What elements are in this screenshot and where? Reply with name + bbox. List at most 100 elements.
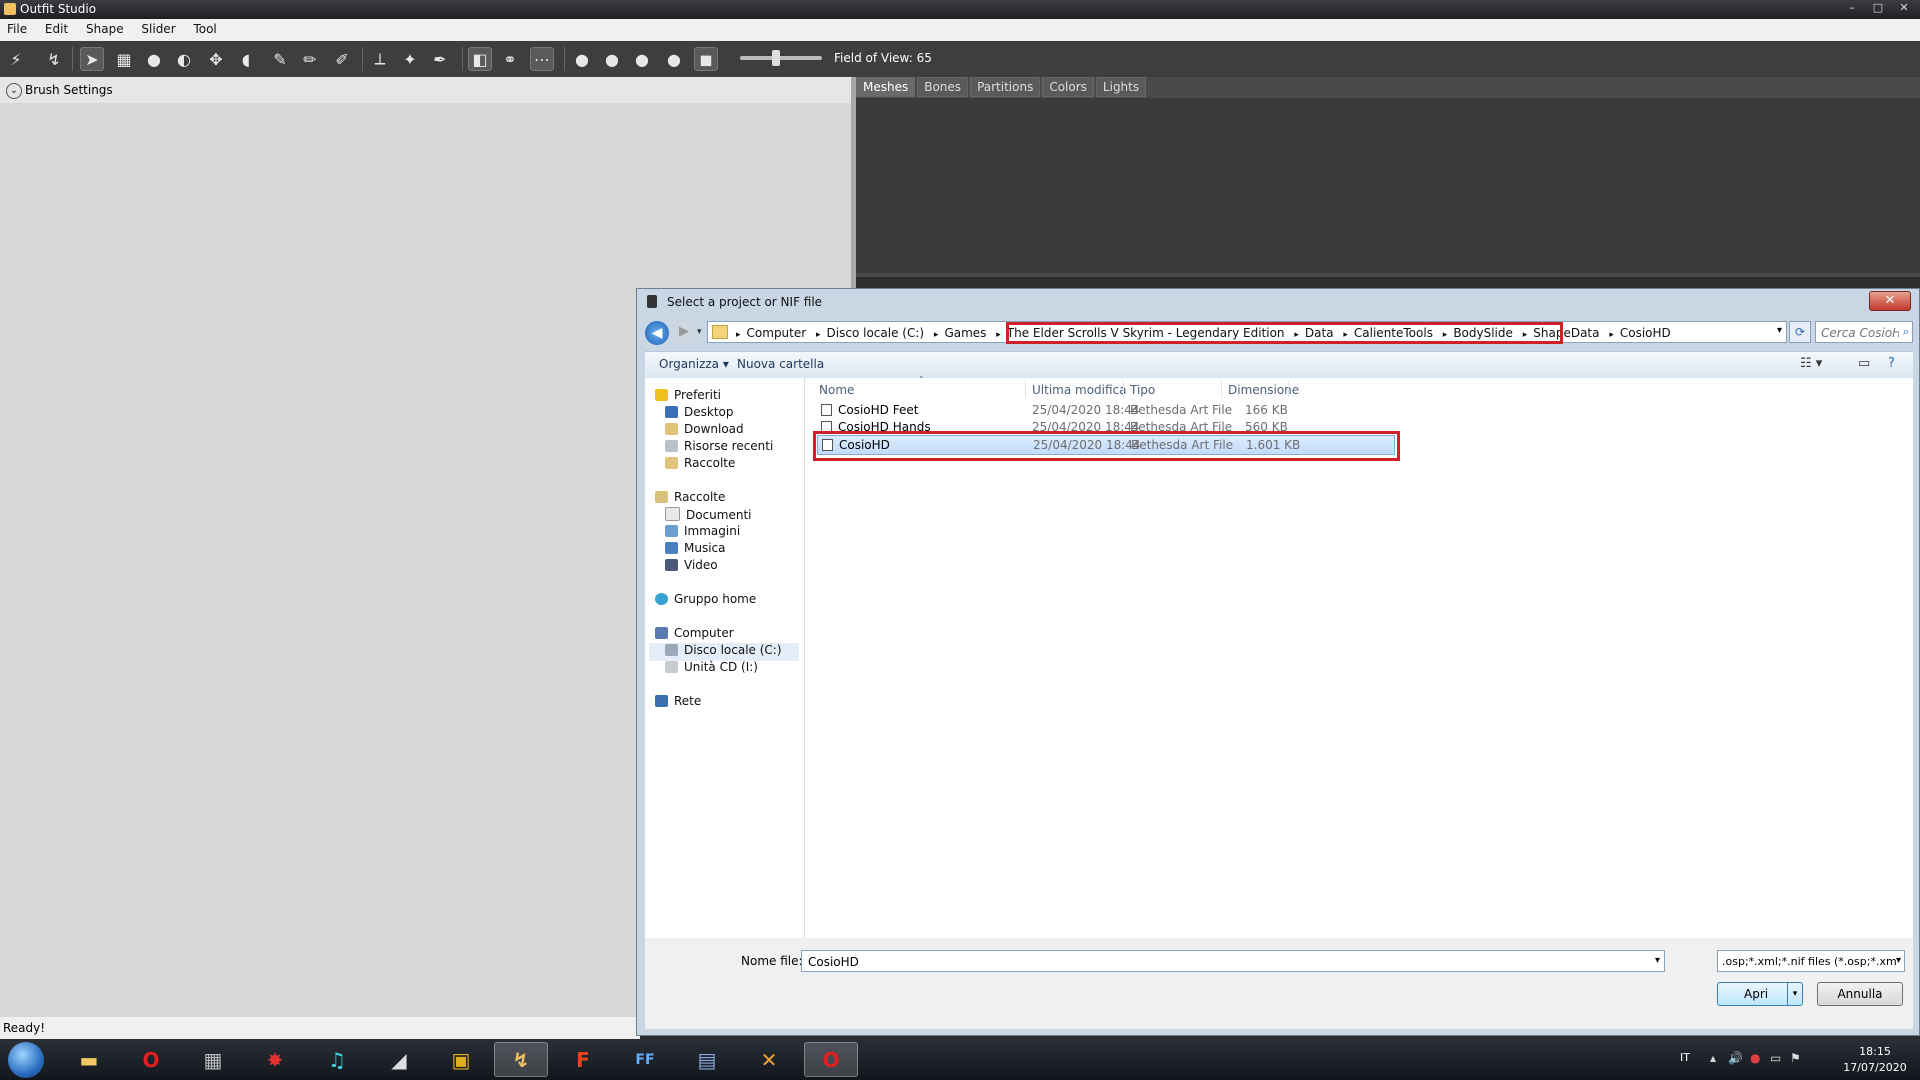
back-arrow-icon[interactable]: ◀ <box>645 321 669 345</box>
select-brush-icon[interactable]: ➤ <box>80 47 104 71</box>
tab-colors[interactable]: Colors <box>1042 77 1094 97</box>
preview-pane-icon[interactable]: ▭ <box>1858 356 1870 371</box>
load-project-icon[interactable]: ↯ <box>42 47 66 71</box>
x-app-icon[interactable]: ✕ <box>742 1042 796 1077</box>
tab-meshes[interactable]: Meshes <box>856 77 916 97</box>
open-dropdown-icon[interactable]: ▾ <box>1787 983 1802 1005</box>
f-app-icon[interactable]: F <box>556 1042 610 1077</box>
opera-icon[interactable]: O <box>124 1042 178 1077</box>
crumb-games[interactable]: Games <box>944 326 986 340</box>
transform-icon[interactable]: ⟂ <box>368 47 392 71</box>
filename-dropdown-icon[interactable]: ▾ <box>1655 955 1660 966</box>
address-dropdown-icon[interactable]: ▾ <box>1777 325 1782 336</box>
nav-download[interactable]: Download <box>665 422 744 440</box>
opera-active-icon[interactable]: O <box>804 1042 858 1077</box>
media-icon[interactable]: ▦ <box>186 1042 240 1077</box>
nav-documents[interactable]: Documenti <box>665 507 752 525</box>
nav-video[interactable]: Video <box>665 558 718 576</box>
view-options-icon[interactable]: ☷ ▾ <box>1800 356 1822 371</box>
crumb-disk-c[interactable]: Disco locale (C:) <box>827 326 925 340</box>
brush-settings-header[interactable]: ⌄ Brush Settings <box>0 77 851 103</box>
start-button[interactable] <box>8 1042 44 1078</box>
mask-brush-icon[interactable]: ▦ <box>112 47 136 71</box>
tab-partitions[interactable]: Partitions <box>970 77 1041 97</box>
menu-file[interactable]: File <box>0 19 34 39</box>
menu-slider[interactable]: Slider <box>134 19 182 39</box>
alpha-brush-icon[interactable]: ✐ <box>330 47 354 71</box>
menu-tool[interactable]: Tool <box>186 19 223 39</box>
refresh-icon[interactable]: ⟳ <box>1789 321 1811 343</box>
fov-slider-thumb[interactable] <box>772 50 780 66</box>
clock-date[interactable]: 17/07/2020 <box>1840 1061 1910 1074</box>
audio-app-icon[interactable]: ◢ <box>372 1042 426 1077</box>
maximize-button[interactable]: □ <box>1866 0 1890 16</box>
nav-cd-drive[interactable]: Unità CD (I:) <box>665 660 758 678</box>
inflate-brush-icon[interactable]: ● <box>142 47 166 71</box>
flag-icon[interactable]: ⚑ <box>1790 1051 1801 1065</box>
folder-app-icon[interactable]: ▣ <box>434 1042 488 1077</box>
music-app-icon[interactable]: ♫ <box>310 1042 364 1077</box>
crumb-computer[interactable]: Computer <box>747 326 807 340</box>
cancel-button[interactable]: Annulla <box>1817 982 1903 1006</box>
cube-view-icon[interactable]: ◼ <box>694 47 718 71</box>
open-button[interactable]: Apri ▾ <box>1717 982 1803 1006</box>
search-input[interactable] <box>1819 323 1901 343</box>
nav-network[interactable]: Rete <box>655 694 701 712</box>
network-tray-icon[interactable]: ▭ <box>1770 1051 1781 1065</box>
nav-pictures[interactable]: Immagini <box>665 524 740 542</box>
minimize-button[interactable]: – <box>1840 0 1864 16</box>
tab-bones[interactable]: Bones <box>917 77 969 97</box>
move-brush-icon[interactable]: ✥ <box>204 47 228 71</box>
search-icon[interactable]: ⌕ <box>1903 325 1909 339</box>
nav-music[interactable]: Musica <box>665 541 726 559</box>
mask-view-icon[interactable]: ● <box>662 47 686 71</box>
textures-icon[interactable]: ● <box>630 47 654 71</box>
file-type-filter[interactable]: .osp;*.xml;*.nif files (*.osp;*.xml ▾ <box>1717 950 1905 972</box>
col-modified[interactable]: Ultima modifica <box>1032 383 1127 397</box>
nav-raccolte-fav[interactable]: Raccolte <box>665 456 735 474</box>
col-type[interactable]: Tipo <box>1130 383 1155 397</box>
forward-arrow-icon[interactable]: ▶ <box>673 321 695 343</box>
close-window-button[interactable]: ✕ <box>1892 0 1916 16</box>
xmirror-icon[interactable]: ◧ <box>468 47 492 71</box>
outfit-studio-taskbar-icon[interactable]: ↯ <box>494 1042 548 1077</box>
wireframe-icon[interactable]: ● <box>570 47 594 71</box>
connected-only-icon[interactable]: ⚭ <box>498 47 522 71</box>
file-row[interactable]: CosioHD Feet 25/04/2020 18:44 Bethesda A… <box>817 401 1395 419</box>
mesh-list[interactable] <box>856 98 1920 273</box>
global-brush-icon[interactable]: ⋯ <box>530 47 554 71</box>
antivirus-icon[interactable]: ● <box>1750 1051 1760 1065</box>
window-app-icon[interactable]: ▤ <box>680 1042 734 1077</box>
vertex-select-icon[interactable]: ✒ <box>428 47 452 71</box>
ffdec-icon[interactable]: FF <box>618 1042 672 1077</box>
fov-slider[interactable] <box>740 56 822 60</box>
col-name[interactable]: Nome <box>819 383 854 397</box>
explorer-icon[interactable]: ▬ <box>62 1042 116 1077</box>
dialog-close-button[interactable]: ✕ <box>1869 291 1911 311</box>
language-indicator[interactable]: IT <box>1680 1051 1690 1064</box>
filename-input[interactable] <box>806 952 1630 972</box>
tray-expand-icon[interactable]: ▴ <box>1710 1051 1716 1065</box>
weight-brush-icon[interactable]: ✎ <box>268 47 292 71</box>
organize-button[interactable]: Organizza ▾ <box>659 357 729 371</box>
nav-homegroup[interactable]: Gruppo home <box>655 592 756 610</box>
file-row[interactable]: CosioHD Hands 25/04/2020 18:44 Bethesda … <box>817 418 1395 431</box>
nav-disk-c[interactable]: Disco locale (C:) <box>649 643 799 661</box>
game-icon[interactable]: ✸ <box>248 1042 302 1077</box>
new-project-icon[interactable]: ⚡ <box>4 47 28 71</box>
address-bar[interactable]: ▸ Computer ▸ Disco locale (C:) ▸ Games ▸ The… <box>707 321 1787 344</box>
deflate-brush-icon[interactable]: ◐ <box>172 47 196 71</box>
volume-icon[interactable]: 🔊 <box>1728 1051 1743 1065</box>
nav-libraries[interactable]: Raccolte <box>655 490 725 508</box>
history-dropdown-icon[interactable]: ▾ <box>697 327 702 337</box>
new-folder-button[interactable]: Nuova cartella <box>737 357 824 371</box>
help-icon[interactable]: ? <box>1888 356 1895 371</box>
menu-edit[interactable]: Edit <box>38 19 75 39</box>
nav-desktop[interactable]: Desktop <box>665 405 734 423</box>
nav-favorites[interactable]: Preferiti <box>655 388 721 406</box>
color-brush-icon[interactable]: ✏ <box>298 47 322 71</box>
crumb-cosiohd[interactable]: CosioHD <box>1620 326 1671 340</box>
tab-lights[interactable]: Lights <box>1095 77 1147 97</box>
nav-recent[interactable]: Risorse recenti <box>665 439 773 457</box>
pivot-icon[interactable]: ✦ <box>398 47 422 71</box>
